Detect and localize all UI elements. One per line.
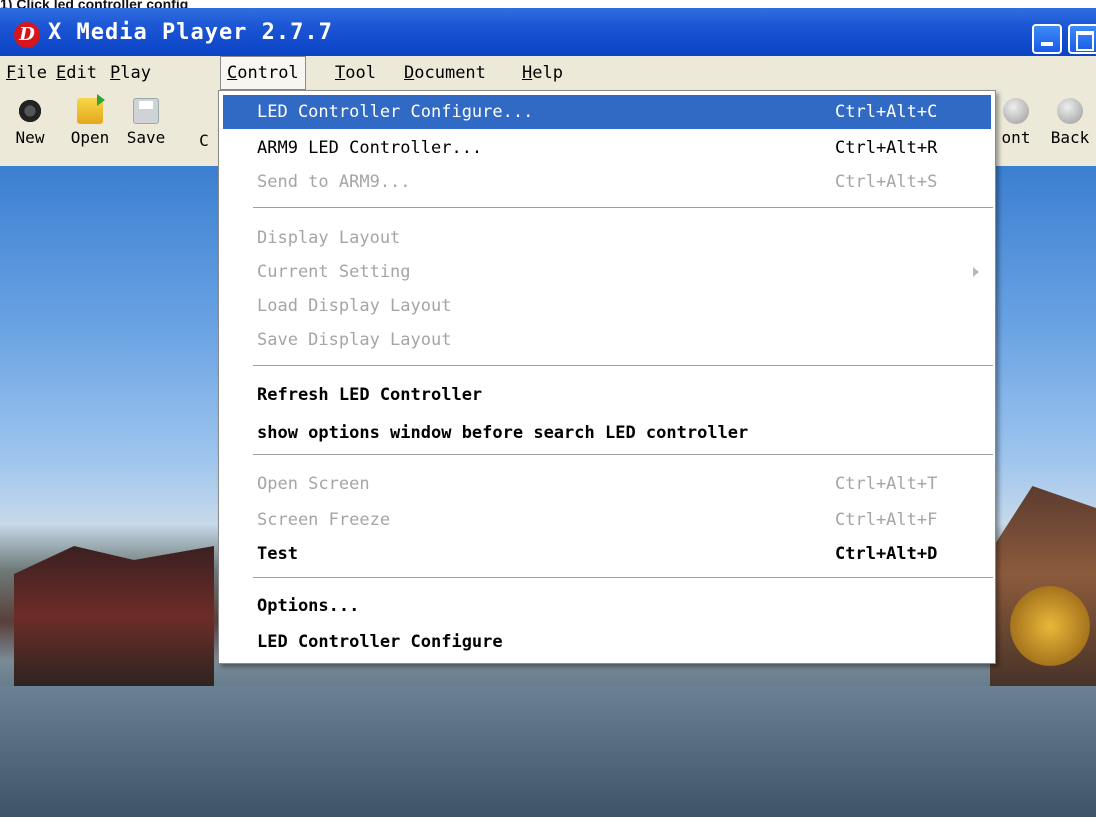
menu-help-label: elp [532, 63, 563, 83]
menu-control[interactable]: Control [220, 56, 306, 90]
toolbar-partial-c-button[interactable]: C [194, 131, 214, 150]
menu-item-save-display-layout: Save Display Layout [223, 323, 991, 357]
front-button-label: ont [1001, 128, 1031, 147]
menu-item-label: Refresh LED Controller [257, 385, 483, 405]
menu-bar: File Edit Play Control Tool Document Hel… [0, 56, 1096, 91]
menu-item-label: Current Setting [257, 262, 411, 282]
open-button-label: Open [70, 128, 110, 147]
menu-item-label: Test [257, 544, 298, 564]
menu-document-mnemonic: D [404, 63, 415, 83]
menu-item-shortcut: Ctrl+Alt+C [835, 102, 938, 122]
film-reel-icon [17, 98, 43, 124]
menu-play[interactable]: Play [104, 56, 157, 90]
menu-item-shortcut: Ctrl+Alt+R [835, 138, 938, 158]
back-button-label: Back [1050, 128, 1090, 147]
menu-item-arm9-led-controller[interactable]: ARM9 LED Controller... Ctrl+Alt+R [223, 131, 991, 165]
menu-item-refresh-led-controller[interactable]: Refresh LED Controller [223, 378, 991, 412]
menu-item-label: Save Display Layout [257, 330, 452, 350]
arrow-up-circle-icon [1003, 98, 1029, 124]
arrow-down-circle-icon [1057, 98, 1083, 124]
minimize-button[interactable] [1032, 24, 1062, 54]
menu-item-send-to-arm9: Send to ARM9... Ctrl+Alt+S [223, 165, 991, 199]
menu-item-screen-freeze: Screen Freeze Ctrl+Alt+F [223, 503, 991, 537]
menu-control-label: ontrol [237, 63, 299, 83]
new-button-label: New [15, 128, 45, 147]
menu-file-mnemonic: F [6, 63, 17, 83]
toolbar-partial-c-label: C [199, 131, 209, 150]
menu-item-current-setting: Current Setting [223, 255, 991, 289]
dragon-statue [1010, 586, 1090, 666]
menu-separator [253, 454, 993, 456]
control-menu-dropdown: LED Controller Configure... Ctrl+Alt+C A… [218, 90, 996, 664]
menu-item-label: Options... [257, 596, 360, 616]
menu-item-show-options-window[interactable]: show options window before search LED co… [223, 416, 991, 450]
menu-tool-mnemonic: T [335, 63, 346, 83]
menu-separator [253, 365, 993, 367]
menu-tool[interactable]: Tool [329, 56, 382, 90]
menu-help[interactable]: Help [516, 56, 569, 90]
menu-item-label: Open Screen [257, 474, 370, 494]
menu-item-label: show options window before search LED co… [257, 423, 749, 443]
menu-item-label: LED Controller Configure... [257, 102, 534, 122]
menu-item-label: Send to ARM9... [257, 172, 411, 192]
menu-item-label: Display Layout [257, 228, 401, 248]
new-button[interactable]: New [4, 94, 56, 147]
temple-building-left [14, 546, 214, 686]
menu-file-label: ile [16, 63, 47, 83]
window-title: X Media Player 2.7.7 [48, 20, 333, 45]
back-button[interactable]: Back [1044, 94, 1096, 147]
menu-item-label: Screen Freeze [257, 510, 391, 530]
menu-edit-mnemonic: E [56, 63, 67, 83]
menu-item-load-display-layout: Load Display Layout [223, 289, 991, 323]
menu-item-shortcut: Ctrl+Alt+D [835, 544, 938, 564]
menu-item-test[interactable]: Test Ctrl+Alt+D [223, 537, 991, 571]
menu-document-label: ocument [414, 63, 486, 83]
menu-item-label: Load Display Layout [257, 296, 452, 316]
menu-separator [253, 577, 993, 579]
menu-item-led-controller-configure[interactable]: LED Controller Configure... Ctrl+Alt+C [223, 95, 991, 129]
menu-play-label: lay [120, 63, 151, 83]
save-button[interactable]: Save [120, 94, 172, 147]
save-button-label: Save [126, 128, 166, 147]
front-button[interactable]: ont [990, 94, 1042, 147]
menu-item-led-controller-configure-2[interactable]: LED Controller Configure [223, 625, 991, 659]
menu-tool-label: ool [345, 63, 376, 83]
menu-file[interactable]: File [0, 56, 53, 90]
submenu-arrow-icon [973, 267, 979, 277]
app-logo-icon: D [14, 22, 40, 48]
open-button[interactable]: Open [64, 94, 116, 147]
menu-item-shortcut: Ctrl+Alt+T [835, 474, 938, 494]
river-water [0, 686, 1096, 817]
menu-item-options[interactable]: Options... [223, 589, 991, 623]
menu-control-mnemonic: C [227, 63, 238, 83]
menu-item-label: ARM9 LED Controller... [257, 138, 483, 158]
menu-help-mnemonic: H [522, 63, 533, 83]
menu-item-open-screen: Open Screen Ctrl+Alt+T [223, 467, 991, 501]
menu-item-label: LED Controller Configure [257, 632, 503, 652]
menu-play-mnemonic: P [110, 63, 121, 83]
maximize-button[interactable] [1068, 24, 1096, 54]
menu-edit[interactable]: Edit [50, 56, 103, 90]
menu-document[interactable]: Document [398, 56, 492, 90]
menu-item-shortcut: Ctrl+Alt+F [835, 510, 938, 530]
menu-item-shortcut: Ctrl+Alt+S [835, 172, 938, 192]
menu-item-display-layout: Display Layout [223, 221, 991, 255]
menu-edit-label: dit [66, 63, 97, 83]
title-bar: D X Media Player 2.7.7 [0, 8, 1096, 56]
menu-separator [253, 207, 993, 209]
open-folder-icon [77, 94, 105, 124]
floppy-disk-icon [133, 98, 159, 124]
